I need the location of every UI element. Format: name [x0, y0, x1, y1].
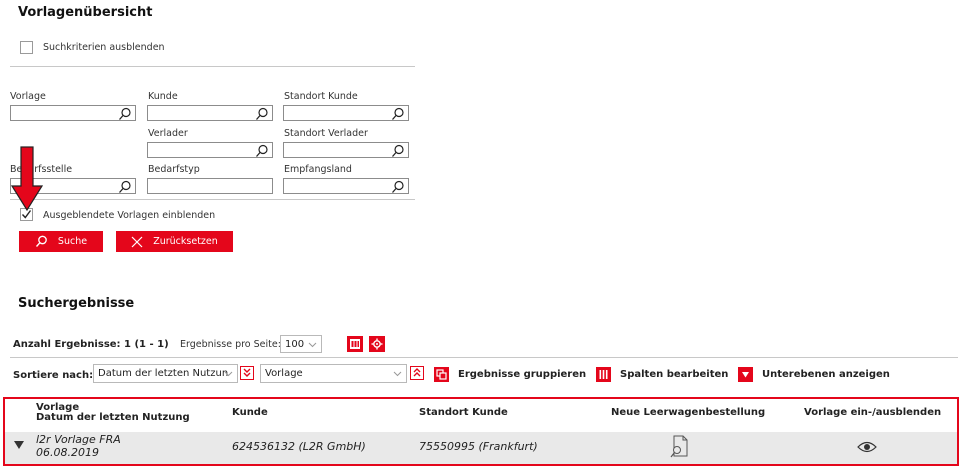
eye-icon[interactable]	[857, 441, 877, 456]
search-icon[interactable]	[118, 107, 132, 124]
bedarfstyp-field[interactable]	[147, 178, 273, 194]
empfangsland-label: Empfangsland	[284, 164, 352, 175]
reset-button[interactable]: Zurücksetzen	[116, 231, 233, 252]
header-kunde[interactable]: Kunde	[232, 407, 268, 418]
close-icon	[131, 236, 143, 247]
kunde-field[interactable]	[147, 105, 273, 121]
sort-primary-value: Datum der letzten Nutzun	[98, 368, 229, 379]
bedarfstyp-label: Bedarfstyp	[148, 164, 200, 175]
new-order-icon[interactable]	[669, 435, 689, 462]
sort-direction-button[interactable]	[240, 366, 254, 380]
gear-icon	[371, 338, 383, 350]
empfangsland-field[interactable]	[283, 178, 409, 194]
sort-asc-icon	[413, 368, 421, 377]
search-icon[interactable]	[391, 107, 405, 124]
per-page-value: 100	[285, 338, 305, 350]
header-neue-bestellung: Neue Leerwagenbestellung	[611, 407, 766, 418]
search-icon[interactable]	[118, 180, 132, 197]
vorlage-label: Vorlage	[10, 91, 46, 102]
standort-kunde-field[interactable]	[283, 105, 409, 121]
search-button-label: Suche	[57, 236, 88, 247]
annotation-arrow-icon	[10, 146, 44, 212]
sort-primary-select[interactable]: Datum der letzten Nutzun	[93, 364, 238, 383]
search-button[interactable]: Suche	[19, 231, 103, 252]
show-hidden-label: Ausgeblendete Vorlagen einblenden	[43, 210, 216, 221]
sort-direction-button-2[interactable]	[410, 366, 424, 380]
row-vorlage: l2r Vorlage FRA	[36, 433, 121, 446]
header-datum[interactable]: Datum der letzten Nutzung	[36, 412, 190, 423]
standort-verlader-field[interactable]	[283, 142, 409, 158]
fields-separator	[10, 199, 415, 200]
expand-row-icon[interactable]	[14, 441, 24, 452]
standort-verlader-label: Standort Verlader	[284, 128, 368, 139]
chevron-down-icon	[393, 369, 402, 381]
row-standort: 75550995 (Frankfurt)	[419, 440, 538, 453]
kunde-label: Kunde	[148, 91, 178, 102]
group-results-button[interactable]: Ergebnisse gruppieren	[458, 369, 586, 380]
excel-icon	[350, 339, 360, 349]
toolbar-separator	[10, 357, 958, 358]
verlader-field[interactable]	[147, 142, 273, 158]
sort-secondary-select[interactable]: Vorlage	[260, 364, 407, 383]
edit-columns-button[interactable]: Spalten bearbeiten	[620, 369, 728, 380]
edit-columns-icon[interactable]	[596, 367, 611, 382]
hide-criteria-checkbox[interactable]	[20, 41, 33, 54]
row-kunde: 624536132 (L2R GmbH)	[232, 440, 366, 453]
result-count: Anzahl Ergebnisse: 1 (1 - 1)	[13, 339, 169, 350]
standort-kunde-label: Standort Kunde	[284, 91, 358, 102]
per-page-label: Ergebnisse pro Seite:	[180, 339, 281, 350]
criteria-separator	[10, 66, 415, 67]
sort-secondary-value: Vorlage	[265, 368, 303, 379]
search-icon[interactable]	[391, 144, 405, 161]
show-sublevels-button[interactable]: Unterebenen anzeigen	[762, 369, 890, 380]
caret-down-icon[interactable]	[738, 367, 753, 382]
settings-button[interactable]	[369, 336, 385, 352]
group-results-icon[interactable]	[434, 367, 449, 382]
header-toggle: Vorlage ein-/ausblenden	[804, 407, 942, 418]
export-excel-button[interactable]	[347, 336, 363, 352]
search-icon[interactable]	[255, 107, 269, 124]
page-title: Vorlagenübersicht	[18, 5, 153, 20]
vorlage-field[interactable]	[10, 105, 136, 121]
chevron-down-icon	[224, 369, 233, 381]
per-page-select[interactable]: 100	[280, 335, 322, 353]
hide-criteria-label: Suchkriterien ausblenden	[43, 42, 165, 53]
sort-desc-icon	[243, 368, 251, 377]
search-icon[interactable]	[391, 180, 405, 197]
chevron-down-icon	[308, 340, 317, 352]
results-title: Suchergebnisse	[18, 296, 135, 311]
row-datum: 06.08.2019	[36, 446, 99, 459]
search-icon[interactable]	[255, 144, 269, 161]
verlader-label: Verlader	[148, 128, 188, 139]
header-standort[interactable]: Standort Kunde	[419, 407, 508, 418]
sort-label: Sortiere nach:	[13, 370, 94, 381]
search-icon	[35, 235, 47, 247]
reset-button-label: Zurücksetzen	[153, 236, 218, 247]
